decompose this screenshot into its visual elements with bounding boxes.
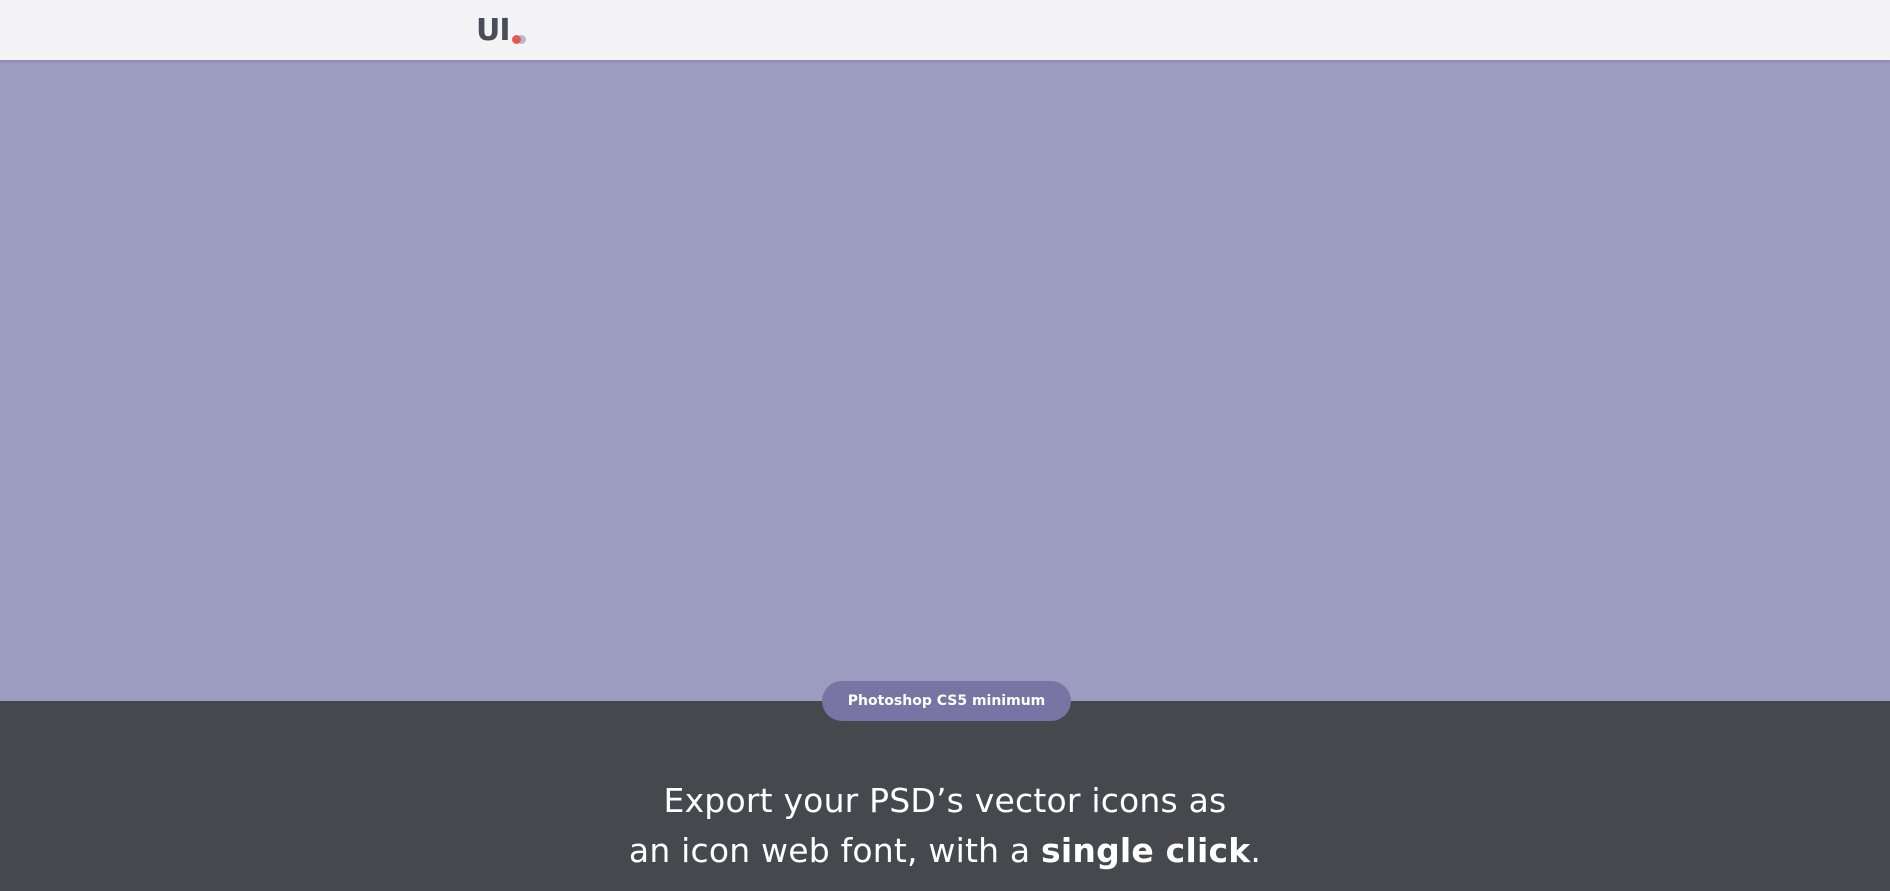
headline-line-2: an icon web font, with a single click. (0, 826, 1890, 876)
headline-line-2-suffix: . (1250, 831, 1262, 870)
feature-headline: Export your PSD’s vector icons as an ico… (0, 776, 1890, 876)
headline-line-2-prefix: an icon web font, with a (628, 831, 1042, 870)
headline-line-1: Export your PSD’s vector icons as (663, 781, 1227, 820)
headline-emphasis: single click (1041, 831, 1251, 870)
logo-text: UI (476, 13, 511, 48)
photoshop-requirement-badge: Photoshop CS5 minimum (822, 681, 1071, 721)
logo[interactable]: UI (476, 12, 528, 48)
logo-dots-icon (511, 35, 528, 44)
top-bar: UI (0, 0, 1890, 60)
hero-banner (0, 60, 1890, 701)
logo-dot-front (511, 35, 521, 44)
